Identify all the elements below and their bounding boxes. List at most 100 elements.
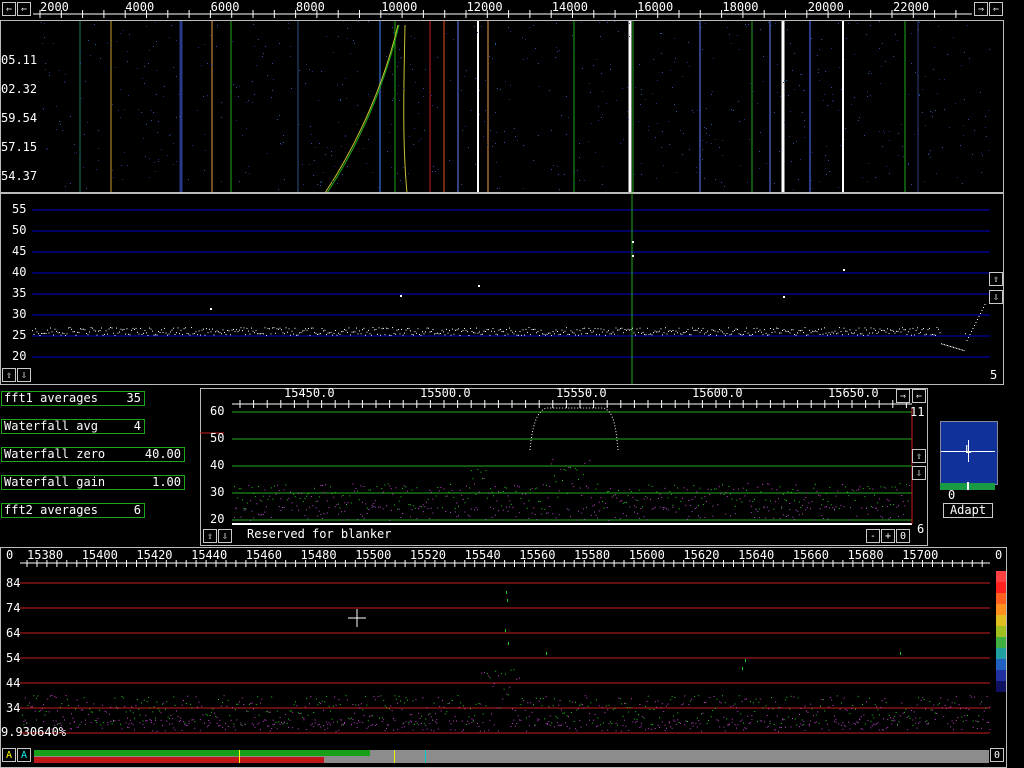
top-frequency-label: 12000 [466, 0, 503, 14]
baseband-right-value: 0 [995, 548, 1003, 562]
top-frequency-label: 8000 [295, 0, 325, 14]
bottom-right-zero-button[interactable]: 0 [990, 748, 1004, 762]
param-value: 40.00 [144, 447, 181, 461]
baseband-freq-label: 15500 [355, 548, 392, 562]
spectrum-left-up-button[interactable]: ⇧ [2, 368, 16, 382]
audio-a-button[interactable]: A [2, 748, 16, 762]
afc-level-marker [967, 482, 969, 490]
baseband-freq-label: 15620 [683, 548, 720, 562]
spectrum-down-button[interactable]: ⇩ [989, 290, 1003, 304]
baseband-freq-label: 15540 [464, 548, 501, 562]
baseband-y-label: 44 [6, 676, 21, 690]
selective-bottom-up-button[interactable]: ⇧ [203, 529, 217, 543]
selective-right-button[interactable]: ⇒ [896, 389, 910, 403]
waterfall-time-label: 54.37 [1, 169, 38, 183]
param-value: 4 [133, 419, 141, 433]
wide-spectrum-y-label: 35 [12, 286, 27, 300]
signal-level-red-bar [34, 757, 324, 763]
waterfall-time-label: 05.11 [1, 53, 38, 67]
selective-bottom-down-button[interactable]: ⇩ [218, 529, 232, 543]
param-waterfall-gain[interactable]: Waterfall gain 1.00 [1, 475, 185, 490]
baseband-y-label: 34 [6, 701, 21, 715]
top-frequency-label: 18000 [722, 0, 759, 14]
wide-spectrum-display[interactable] [0, 193, 1004, 385]
baseband-freq-label: 15480 [300, 548, 337, 562]
blanker-reserved-text: Reserved for blanker [247, 527, 392, 541]
baseband-y-label: 74 [6, 601, 21, 615]
selective-right-top-value: 11 [910, 405, 925, 419]
waterfall-time-label: 02.32 [1, 82, 38, 96]
baseband-freq-label: 15380 [27, 548, 64, 562]
baseband-freq-label: 15640 [738, 548, 775, 562]
param-label: Waterfall zero [4, 447, 106, 461]
selective-freq-label: 15550.0 [556, 386, 607, 400]
waterfall-time-label: 59.54 [1, 111, 38, 125]
wide-spectrum-y-label: 20 [12, 349, 27, 363]
signal-white-marker [394, 750, 395, 763]
param-waterfall-zero[interactable]: Waterfall zero 40.00 [1, 447, 185, 462]
top-frequency-label: 4000 [125, 0, 155, 14]
param-value: 1.00 [152, 475, 181, 489]
selective-left-button[interactable]: ⇐ [912, 389, 926, 403]
baseband-y-label: 54 [6, 651, 21, 665]
top-frequency-label: 20000 [807, 0, 844, 14]
selective-spectrum-display[interactable] [200, 388, 928, 546]
afc-value: 0 [948, 488, 956, 502]
baseband-freq-label: 15660 [792, 548, 829, 562]
selective-freq-label: 15450.0 [284, 386, 335, 400]
baseband-freq-label: 15400 [81, 548, 118, 562]
waterfall-display[interactable] [0, 20, 1004, 193]
top-frequency-label: 2000 [40, 0, 69, 14]
param-label: Waterfall gain [4, 475, 106, 489]
baseband-freq-label: 15560 [519, 548, 556, 562]
blanker-minus-button[interactable]: - [866, 529, 880, 543]
wide-spectrum-y-label: 25 [12, 328, 27, 342]
selective-down-button[interactable]: ⇩ [912, 466, 926, 480]
spectrum-up-button[interactable]: ⇧ [989, 272, 1003, 286]
spectrum-corner-value: 5 [990, 368, 998, 382]
signal-level-green-bar [34, 750, 370, 756]
selective-y-label: 20 [210, 512, 225, 526]
param-value: 6 [133, 503, 141, 517]
wide-spectrum-y-label: 40 [12, 265, 27, 279]
top-frequency-label: 22000 [893, 0, 930, 14]
afc-marker-label: L [965, 443, 972, 456]
selective-y-label: 40 [210, 458, 225, 472]
selective-freq-label: 15650.0 [828, 386, 879, 400]
top-frequency-label: 14000 [551, 0, 588, 14]
waterfall-time-label: 57.15 [1, 140, 38, 154]
baseband-freq-label: 15700 [902, 548, 939, 562]
param-waterfall-avg[interactable]: Waterfall avg 4 [1, 419, 145, 434]
blanker-zero-button[interactable]: 0 [896, 529, 910, 543]
baseband-display[interactable] [0, 547, 1008, 768]
param-fft2-averages[interactable]: fft2 averages 6 [1, 503, 145, 518]
selective-up-button[interactable]: ⇧ [912, 449, 926, 463]
blanker-plus-button[interactable]: + [881, 529, 895, 543]
baseband-freq-label: 15420 [136, 548, 173, 562]
selective-freq-label: 15600.0 [692, 386, 743, 400]
baseband-freq-label: 15520 [409, 548, 447, 562]
signal-cyan-marker [425, 750, 426, 763]
wide-spectrum-y-label: 45 [12, 244, 27, 258]
audio-b-button[interactable]: A [17, 748, 31, 762]
adapt-button[interactable]: Adapt [943, 503, 993, 518]
selective-y-label: 50 [210, 431, 225, 445]
param-label: fft1 averages [4, 391, 98, 405]
baseband-freq-label: 15680 [847, 548, 884, 562]
signal-yellow-marker [239, 750, 240, 763]
wide-spectrum-y-label: 55 [12, 202, 27, 216]
selective-freq-label: 15500.0 [420, 386, 471, 400]
param-fft1-averages[interactable]: fft1 averages 35 [1, 391, 145, 406]
selective-right-bottom-value: 6 [917, 522, 925, 536]
param-value: 35 [126, 391, 141, 405]
wide-spectrum-y-label: 50 [12, 223, 27, 237]
spectrum-left-down-button[interactable]: ⇩ [17, 368, 31, 382]
baseband-y-label: 84 [6, 576, 21, 590]
top-frequency-label: 6000 [210, 0, 240, 14]
top-frequency-label: 10000 [381, 0, 418, 14]
baseband-freq-label: 15580 [574, 548, 611, 562]
baseband-freq-label: 15600 [628, 548, 665, 562]
baseband-freq-label: 15440 [191, 548, 228, 562]
baseband-y-label: 64 [6, 626, 21, 640]
param-label: fft2 averages [4, 503, 98, 517]
